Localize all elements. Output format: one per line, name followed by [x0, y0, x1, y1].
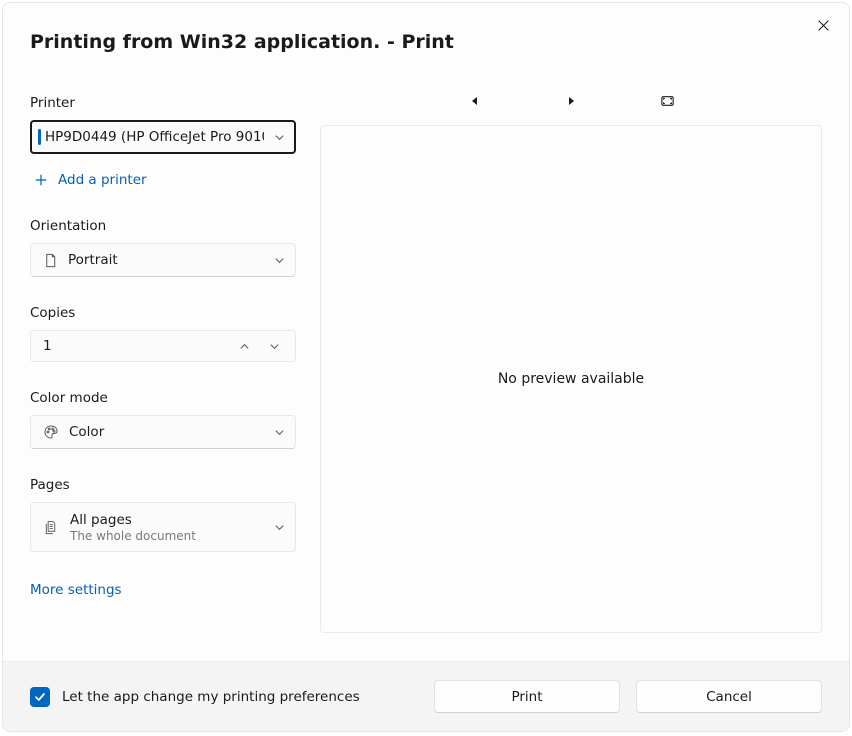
chevron-down-icon — [274, 251, 285, 270]
preview-area: No preview available — [320, 125, 822, 633]
more-settings-link[interactable]: More settings — [30, 582, 296, 598]
chevron-down-icon — [274, 128, 285, 147]
focus-indicator — [38, 129, 41, 145]
triangle-left-icon — [471, 97, 479, 105]
dialog-footer: Let the app change my printing preferenc… — [3, 661, 849, 731]
color-mode-dropdown[interactable]: Color — [30, 415, 296, 449]
copies-group: Copies 1 — [30, 305, 296, 362]
copies-value: 1 — [43, 338, 229, 354]
copies-increment[interactable] — [229, 331, 259, 361]
copies-label: Copies — [30, 305, 296, 321]
pages-icon — [43, 520, 58, 535]
check-icon — [34, 691, 46, 703]
triangle-right-icon — [567, 97, 575, 105]
pages-dropdown[interactable]: All pages The whole document — [30, 502, 296, 552]
orientation-group: Orientation Portrait — [30, 218, 296, 277]
copies-input[interactable]: 1 — [30, 330, 296, 362]
pages-description: The whole document — [70, 529, 262, 543]
preview-prev-button[interactable] — [463, 89, 487, 113]
printer-group: Printer HP9D0449 (HP OfficeJet Pro 9010 … — [30, 95, 296, 218]
pages-selected: All pages — [70, 512, 262, 528]
printer-label: Printer — [30, 95, 296, 111]
plus-icon — [34, 173, 48, 187]
cancel-button[interactable]: Cancel — [636, 680, 822, 713]
close-icon — [817, 19, 830, 32]
color-mode-selected: Color — [69, 424, 264, 440]
chevron-up-icon — [239, 341, 250, 352]
palette-icon — [43, 424, 59, 440]
preferences-checkbox-label[interactable]: Let the app change my printing preferenc… — [62, 689, 360, 705]
pages-group: Pages All pages The whole document — [30, 477, 296, 552]
chevron-down-icon — [274, 423, 285, 442]
preview-message: No preview available — [498, 371, 644, 387]
preferences-checkbox-row: Let the app change my printing preferenc… — [30, 687, 418, 707]
orientation-dropdown[interactable]: Portrait — [30, 243, 296, 277]
printer-dropdown[interactable]: HP9D0449 (HP OfficeJet Pro 9010 se — [30, 120, 296, 154]
color-mode-group: Color mode Color — [30, 390, 296, 449]
preview-fullscreen-button[interactable] — [655, 89, 679, 113]
pages-label: Pages — [30, 477, 296, 493]
preview-next-button[interactable] — [559, 89, 583, 113]
orientation-selected: Portrait — [68, 252, 264, 268]
chevron-down-icon — [269, 341, 280, 352]
fullscreen-icon — [661, 96, 674, 106]
preferences-checkbox[interactable] — [30, 687, 50, 707]
chevron-down-icon — [274, 518, 285, 537]
add-printer-link[interactable]: Add a printer — [30, 172, 296, 188]
printer-selected: HP9D0449 (HP OfficeJet Pro 9010 se — [45, 129, 264, 145]
add-printer-label: Add a printer — [58, 172, 147, 188]
orientation-label: Orientation — [30, 218, 296, 234]
preview-panel: No preview available — [320, 53, 822, 661]
color-mode-label: Color mode — [30, 390, 296, 406]
settings-panel: Printer HP9D0449 (HP OfficeJet Pro 9010 … — [30, 53, 296, 661]
preview-nav — [320, 89, 822, 113]
print-button[interactable]: Print — [434, 680, 620, 713]
dialog-body: Printer HP9D0449 (HP OfficeJet Pro 9010 … — [3, 53, 849, 661]
print-dialog: Printing from Win32 application. - Print… — [2, 2, 850, 732]
close-button[interactable] — [811, 13, 835, 37]
copies-decrement[interactable] — [259, 331, 289, 361]
dialog-title: Printing from Win32 application. - Print — [3, 3, 849, 53]
portrait-icon — [43, 253, 58, 268]
